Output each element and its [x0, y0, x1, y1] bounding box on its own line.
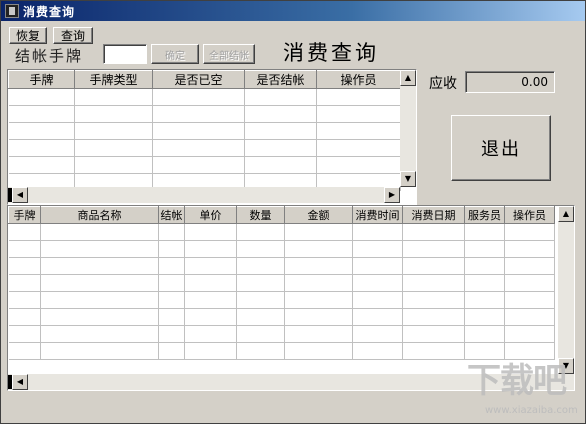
window-title: 消费查询 [23, 4, 76, 19]
checkout-tag-label: 结帐手牌 [15, 47, 84, 65]
scroll-down-icon[interactable]: ▼ [400, 171, 416, 187]
tag-status-grid[interactable]: 手牌 手牌类型 是否已空 是否结帐 操作员 ▲ ▼ ◀ ▶ [7, 69, 417, 205]
table-row [8, 88, 401, 106]
checkout-all-button[interactable]: 全部结帐 [203, 44, 255, 64]
grid2-header-tag[interactable]: 手牌 [8, 206, 41, 224]
scroll-left-icon[interactable]: ◀ [12, 374, 28, 390]
restore-button[interactable]: 恢复 [9, 27, 47, 44]
table-row [8, 274, 555, 292]
watermark-logo: 下载吧 [467, 361, 567, 401]
table-row [8, 325, 555, 343]
table-row [8, 139, 401, 157]
table-row [8, 223, 555, 241]
scroll-up-icon[interactable]: ▲ [558, 206, 574, 222]
table-row [8, 308, 555, 326]
grid2-header-operator[interactable]: 操作员 [504, 206, 555, 224]
table-row [8, 257, 555, 275]
grid1-horizontal-scrollbar[interactable]: ◀ ▶ [8, 187, 400, 203]
grid1-vertical-scrollbar[interactable]: ▲ ▼ [400, 70, 416, 187]
grid2-header-unit-price[interactable]: 单价 [184, 206, 237, 224]
grid2-header-waiter[interactable]: 服务员 [464, 206, 505, 224]
receivable-value: 0.00 [465, 71, 555, 93]
confirm-button[interactable]: 确定 [151, 44, 199, 64]
receivable-label: 应收 [429, 76, 457, 92]
grid1-header-is-settled[interactable]: 是否结帐 [244, 70, 317, 89]
scroll-left-icon[interactable]: ◀ [12, 187, 28, 203]
table-row [8, 122, 401, 140]
grid1-header-tag[interactable]: 手牌 [8, 70, 75, 89]
app-icon [5, 4, 19, 18]
scroll-right-icon[interactable]: ▶ [384, 187, 400, 203]
grid1-header-tag-type[interactable]: 手牌类型 [74, 70, 153, 89]
consumption-query-window: 消费查询 恢复 查询 结帐手牌 确定 全部结帐 消费查询 手牌 手牌类型 是否已… [0, 0, 586, 424]
watermark-url: www.xiazaiba.com [485, 405, 578, 416]
grid2-header-amount[interactable]: 金额 [284, 206, 353, 224]
table-row [8, 240, 555, 258]
table-row [8, 105, 401, 123]
grid2-body[interactable] [8, 223, 555, 360]
query-button[interactable]: 查询 [53, 27, 93, 44]
grid2-header-product-name[interactable]: 商品名称 [40, 206, 159, 224]
grid2-header-consume-date[interactable]: 消费日期 [402, 206, 465, 224]
scroll-up-icon[interactable]: ▲ [400, 70, 416, 86]
title-bar: 消费查询 [1, 1, 585, 21]
grid2-header-consume-time[interactable]: 消费时间 [352, 206, 403, 224]
table-row [8, 291, 555, 309]
checkout-tag-input[interactable] [103, 44, 147, 64]
grid2-header-quantity[interactable]: 数量 [236, 206, 285, 224]
grid1-header-operator[interactable]: 操作员 [316, 70, 401, 89]
grid2-header-settled[interactable]: 结帐 [158, 206, 185, 224]
exit-button[interactable]: 退出 [451, 115, 551, 181]
table-row [8, 156, 401, 174]
grid1-body[interactable] [8, 88, 401, 191]
page-heading: 消费查询 [283, 41, 379, 65]
grid1-header-is-empty[interactable]: 是否已空 [152, 70, 245, 89]
